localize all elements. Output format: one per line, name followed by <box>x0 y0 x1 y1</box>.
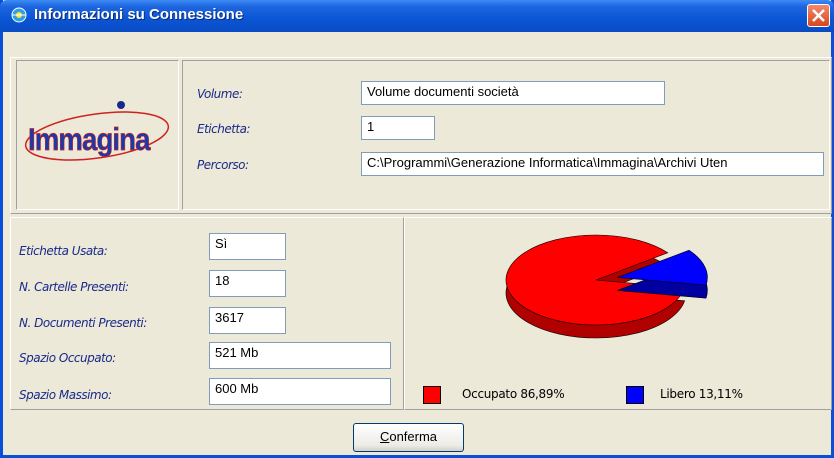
svg-text:Immagina: Immagina <box>28 123 151 158</box>
confirm-button[interactable]: Conferma <box>353 423 464 452</box>
close-button[interactable] <box>807 4 830 27</box>
etichetta-usata-field[interactable]: Sì <box>209 233 286 260</box>
etichetta-usata-label: Etichetta Usata: <box>19 244 108 258</box>
etichetta-field[interactable]: 1 <box>361 116 435 140</box>
title-bar[interactable]: Informazioni su Connessione <box>0 0 834 32</box>
close-icon <box>812 9 825 22</box>
legend-swatch-libero <box>626 386 644 404</box>
documenti-field[interactable]: 3617 <box>209 307 286 334</box>
dialog-window: Informazioni su Connessione Immagina Vol… <box>0 0 834 458</box>
occupato-field[interactable]: 521 Mb <box>209 342 391 369</box>
legend-swatch-occupato <box>423 386 441 404</box>
connection-icon <box>11 7 27 23</box>
etichetta-label: Etichetta: <box>197 122 251 136</box>
immagina-logo: Immagina <box>24 101 170 161</box>
window-title: Informazioni su Connessione <box>34 6 244 23</box>
usage-pie-chart <box>505 234 708 339</box>
massimo-label: Spazio Massimo: <box>19 388 112 402</box>
cartelle-field[interactable]: 18 <box>209 270 286 297</box>
documenti-label: N. Documenti Presenti: <box>19 316 147 330</box>
confirm-accelerator: C <box>379 429 390 444</box>
volume-label: Volume: <box>197 87 243 101</box>
percorso-label: Percorso: <box>197 158 249 172</box>
logo-panel: Immagina <box>16 60 179 210</box>
confirm-label: onferma <box>389 429 438 444</box>
legend-occupato: Occupato 86,89% <box>462 387 565 401</box>
occupato-label: Spazio Occupato: <box>19 351 116 365</box>
massimo-field[interactable]: 600 Mb <box>209 378 391 405</box>
cartelle-label: N. Cartelle Presenti: <box>19 280 129 294</box>
legend-libero: Libero 13,11% <box>660 387 743 401</box>
percorso-field[interactable]: C:\Programmi\Generazione Informatica\Imm… <box>361 152 824 176</box>
volume-field[interactable]: Volume documenti società <box>361 81 665 105</box>
